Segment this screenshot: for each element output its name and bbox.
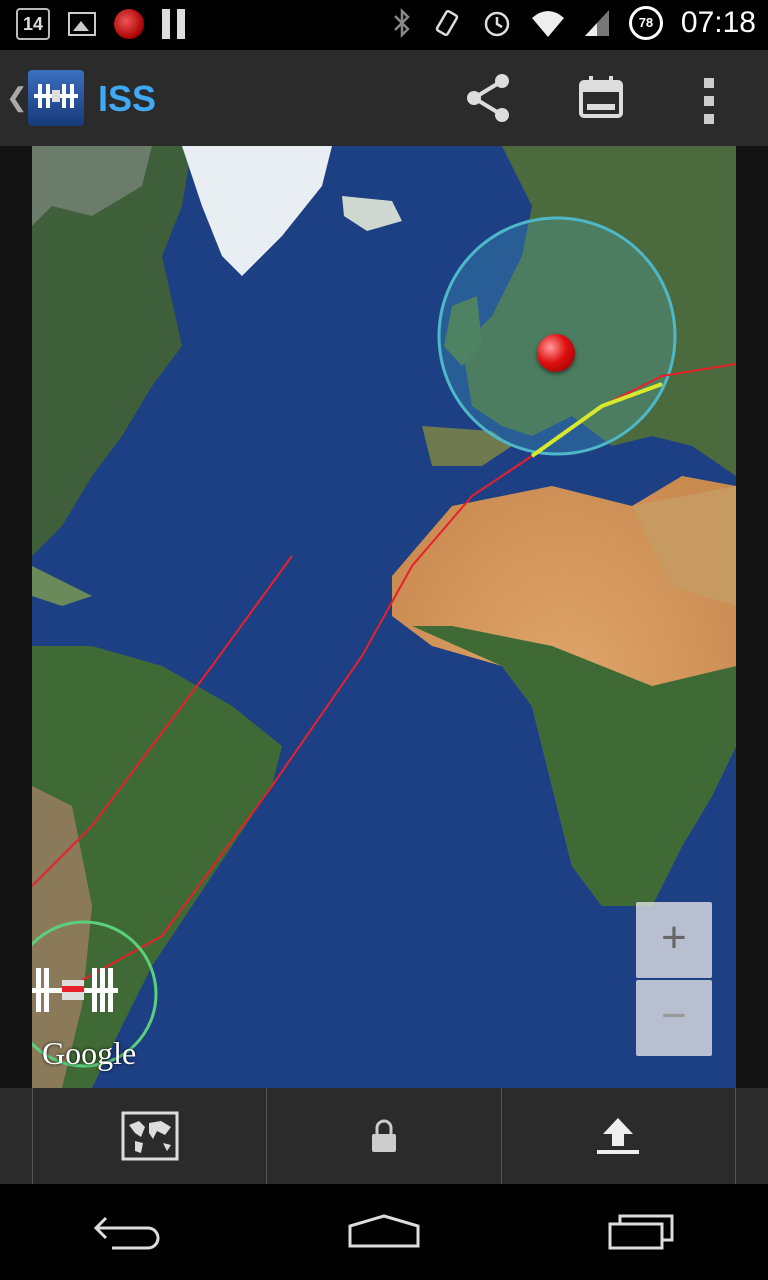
calendar-icon[interactable] (578, 74, 624, 120)
recents-icon[interactable] (606, 1212, 676, 1252)
home-icon[interactable] (346, 1212, 422, 1252)
iss-position-icon[interactable] (32, 962, 118, 1018)
map-type-button[interactable] (32, 1088, 266, 1184)
vibrate-icon (435, 9, 459, 37)
lock-button[interactable] (266, 1088, 500, 1184)
upload-button[interactable] (500, 1088, 736, 1184)
pause-notification-icon (162, 9, 185, 39)
satellite-map[interactable]: Google + − (32, 146, 736, 1088)
google-attribution: Google (42, 1035, 137, 1071)
observer-location-marker[interactable] (537, 334, 575, 372)
ground-track-next (71, 363, 736, 987)
zoom-out-button[interactable]: − (636, 980, 712, 1056)
app-logo[interactable] (28, 70, 84, 126)
map-icon (121, 1111, 179, 1161)
signal-icon (584, 10, 609, 36)
app-title: ISS (98, 78, 157, 119)
upload-icon (597, 1118, 640, 1154)
image-notification-icon (68, 12, 96, 36)
clock: 07:18 (680, 6, 756, 39)
bottom-action-bar (0, 1088, 768, 1184)
bluetooth-icon (394, 7, 410, 39)
map-overlays (32, 216, 736, 1068)
lock-icon (371, 1119, 396, 1152)
back-icon[interactable] (92, 1212, 162, 1252)
system-navigation-bar (0, 1184, 768, 1280)
up-navigation-icon[interactable]: ❮ (6, 82, 28, 113)
action-bar: ❮ ISS (0, 50, 768, 146)
ground-track-current (32, 555, 293, 887)
status-bar: 14 78 07:18 (0, 0, 768, 50)
wifi-icon (531, 11, 564, 37)
battery-indicator: 78 (628, 6, 663, 40)
zoom-in-button[interactable]: + (636, 902, 712, 978)
globe-notification-icon (114, 9, 144, 39)
calendar-notification-icon: 14 (16, 8, 50, 40)
alarm-icon (484, 11, 510, 37)
map-container: Google + − (0, 146, 768, 1088)
share-icon[interactable] (464, 72, 512, 124)
overflow-menu-icon[interactable] (704, 78, 714, 124)
